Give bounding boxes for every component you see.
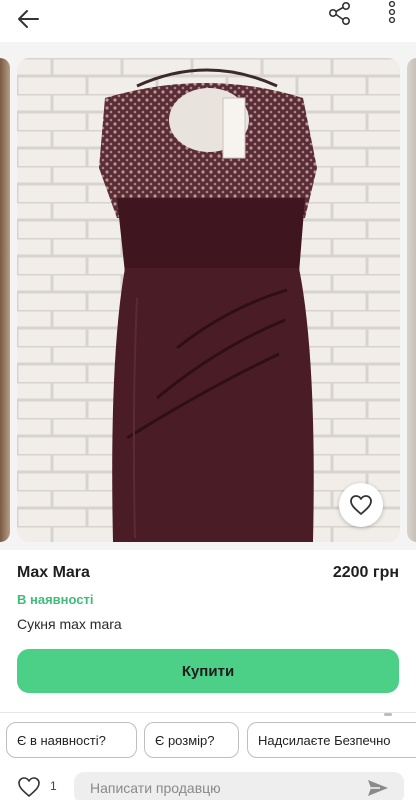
likes-count: 1 [50,779,57,793]
product-info: Max Mara 2200 грн В наявності Сукня max … [0,550,416,718]
chip-safe-delivery[interactable]: Надсилаєте Безпечно [247,722,416,758]
chip-in-stock[interactable]: Є в наявності? [6,722,137,758]
scroll-handle [384,713,392,716]
previous-photo-peek[interactable] [0,58,10,542]
product-description: Сукня max mara [17,616,122,632]
divider [0,712,416,713]
send-icon[interactable] [366,778,390,798]
availability-status: В наявності [17,592,94,607]
buy-button[interactable]: Купити [17,649,399,693]
photo-carousel[interactable] [0,42,416,550]
heart-outline-icon[interactable] [17,776,41,798]
share-icon[interactable] [326,0,354,28]
message-bar: 1 [0,766,416,800]
quick-questions: Є в наявності? Є розмір? Надсилаєте Безп… [0,722,416,758]
heart-outline-icon[interactable] [339,483,383,527]
product-price: 2200 грн [332,564,399,581]
next-photo-peek[interactable] [407,58,416,542]
message-input[interactable] [74,772,404,800]
top-bar [0,0,416,42]
product-photo[interactable] [17,58,400,542]
chip-size[interactable]: Є розмір? [144,722,239,758]
arrow-left-icon[interactable] [14,4,44,34]
dress-photo-illustration [17,58,400,542]
product-brand: Max Mara [17,564,90,581]
more-vertical-icon[interactable] [382,0,402,28]
